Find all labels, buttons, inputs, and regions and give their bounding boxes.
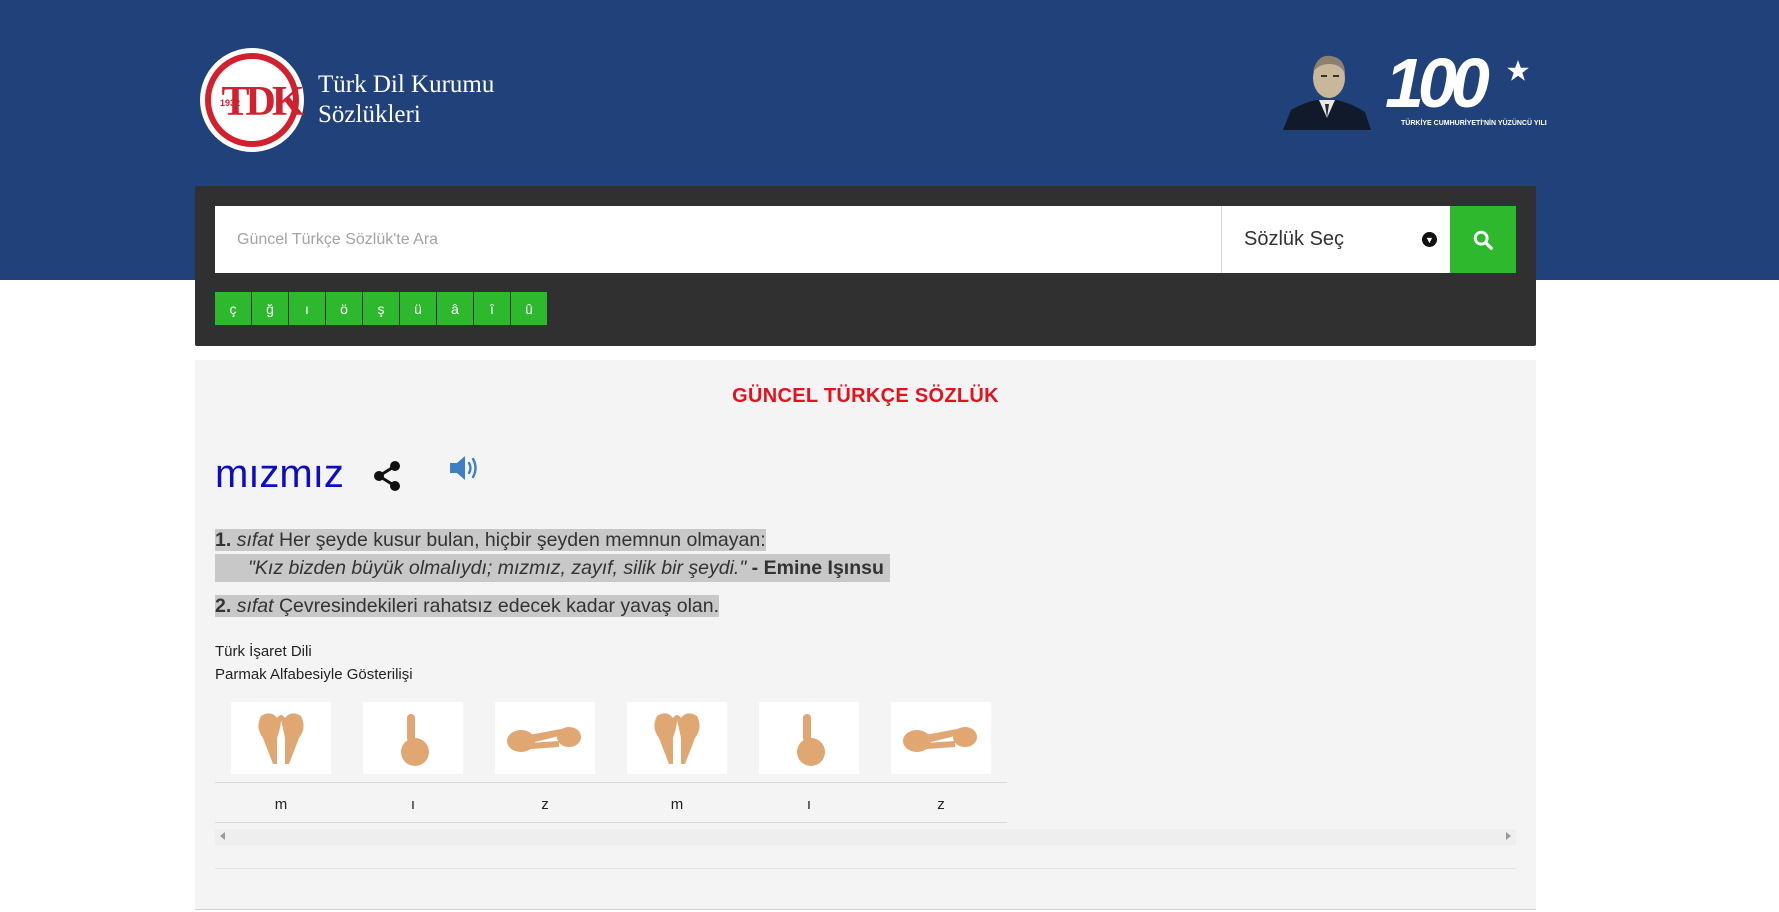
meaning-1-definition: Her şeyde kusur bulan, hiçbir şeyden mem… <box>278 529 766 551</box>
sign-cell: z <box>479 702 611 827</box>
centennial-caption: TÜRKİYE CUMHURİYETİ'NİN YÜZÜNCÜ YILI <box>1401 120 1547 127</box>
hand-sign-z-icon <box>495 702 595 774</box>
pronounce-button[interactable] <box>448 454 482 487</box>
sign-language-subtitle: Parmak Alfabesiyle Gösterilişi <box>215 666 413 683</box>
tdk-logo[interactable]: 1932 TDK Türk Dil Kurumu Sözlükleri <box>200 48 494 152</box>
sign-cell: m <box>611 702 743 827</box>
headword: mızmız <box>215 452 344 496</box>
search-icon <box>1473 230 1493 250</box>
chevron-down-icon: ▼ <box>1422 232 1437 247</box>
meaning-1: 1. sıfat Her şeyde kusur bulan, hiçbir ş… <box>215 526 766 554</box>
sign-language-label: Türk İşaret Dili Parmak Alfabesiyle Göst… <box>215 640 413 686</box>
horizontal-scrollbar[interactable] <box>215 829 1516 845</box>
char-button-a-circumflex[interactable]: â <box>437 292 473 325</box>
tdk-seal: 1932 TDK <box>200 48 305 152</box>
hand-sign-m-icon <box>231 702 331 774</box>
scroll-right-icon[interactable] <box>1506 832 1511 840</box>
seal-year: 1932 <box>220 98 241 108</box>
logo-line-2: Sözlükleri <box>318 101 421 128</box>
sign-language-title: Türk İşaret Dili <box>215 643 312 660</box>
meaning-2-number: 2. <box>215 595 232 617</box>
char-button-i-circumflex[interactable]: î <box>474 292 510 325</box>
sign-letter: ı <box>806 796 812 813</box>
hand-sign-z-icon <box>891 702 991 774</box>
centennial-logo: 100 TÜRKİYE CUMHURİYETİ'NİN YÜZÜNCÜ YILI <box>1283 44 1547 133</box>
char-button-s-cedilla[interactable]: ş <box>363 292 399 325</box>
example-quote: "Kız bizden büyük olmalıydı; mızmız, zay… <box>248 557 747 579</box>
bottom-divider <box>215 868 1516 869</box>
search-button[interactable] <box>1450 206 1516 273</box>
hand-sign-dotless-i-icon <box>759 702 859 774</box>
sign-letter: m <box>670 796 684 813</box>
sign-letter: z <box>937 796 945 813</box>
char-button-u-umlaut[interactable]: ü <box>400 292 436 325</box>
sign-cell: ı <box>347 702 479 827</box>
meaning-1-example: "Kız bizden büyük olmalıydı; mızmız, zay… <box>215 554 890 582</box>
meaning-2-pos: sıfat <box>236 595 274 617</box>
sign-letter: z <box>541 796 549 813</box>
sign-letter: ı <box>410 796 416 813</box>
sign-cell: m <box>215 702 347 827</box>
dictionary-select-label: Sözlük Seç <box>1244 228 1345 250</box>
char-button-c-cedilla[interactable]: ç <box>215 292 251 325</box>
share-button[interactable] <box>372 460 402 497</box>
fingerspelling-strip: m ı z m ı z <box>215 702 1007 827</box>
logo-text: Türk Dil Kurumu Sözlükleri <box>318 70 494 130</box>
meaning-1-pos: sıfat <box>236 529 274 551</box>
example-separator: - <box>746 557 764 579</box>
special-char-row: ç ğ ı ö ş ü â î û <box>215 292 547 325</box>
share-icon <box>373 461 400 491</box>
portrait-icon <box>1283 55 1371 130</box>
centennial-number: 100 <box>1385 44 1490 122</box>
search-panel: Sözlük Seç ▼ ç ğ ı ö ş ü â î û <box>195 186 1536 346</box>
sign-letter: m <box>274 796 288 813</box>
result-panel: GÜNCEL TÜRKÇE SÖZLÜK mızmız 1. sıfat Her… <box>195 360 1536 910</box>
dictionary-title: GÜNCEL TÜRKÇE SÖZLÜK <box>732 385 999 407</box>
sign-cell: ı <box>743 702 875 827</box>
logo-line-1: Türk Dil Kurumu <box>318 71 495 98</box>
sign-cell: z <box>875 702 1007 827</box>
hand-sign-m-icon <box>627 702 727 774</box>
hand-sign-dotless-i-icon <box>363 702 463 774</box>
speaker-icon <box>449 456 477 480</box>
char-button-u-circumflex[interactable]: û <box>511 292 547 325</box>
meaning-2-definition: Çevresindekileri rahatsız edecek kadar y… <box>278 595 720 617</box>
word-row: mızmız <box>215 452 482 497</box>
meaning-2: 2. sıfat Çevresindekileri rahatsız edece… <box>215 592 720 620</box>
example-author: Emine Işınsu <box>763 557 884 579</box>
star-icon <box>1507 60 1529 81</box>
meaning-1-number: 1. <box>215 529 232 551</box>
search-input[interactable] <box>215 206 1221 273</box>
char-button-g-breve[interactable]: ğ <box>252 292 288 325</box>
scroll-left-icon[interactable] <box>220 832 225 840</box>
dictionary-select[interactable]: Sözlük Seç ▼ <box>1221 206 1451 273</box>
char-button-dotless-i[interactable]: ı <box>289 292 325 325</box>
char-button-o-umlaut[interactable]: ö <box>326 292 362 325</box>
